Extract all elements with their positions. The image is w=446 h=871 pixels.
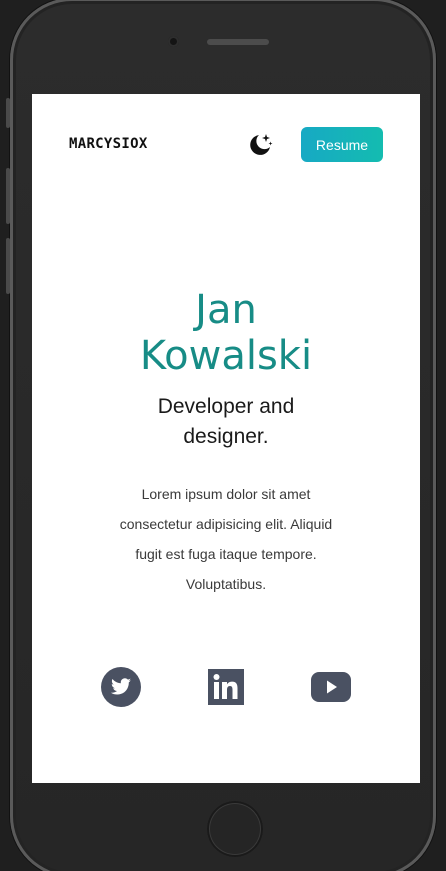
- phone-screen: MARCYSIOX Resume Jan Kowalski Developer …: [32, 94, 420, 783]
- hero-role-line: Developer and: [157, 395, 295, 418]
- mute-switch: [6, 98, 10, 128]
- hero-role: Developer and designer.: [32, 392, 420, 452]
- hero-name-first: Jan: [195, 287, 257, 333]
- hero-description: Lorem ipsum dolor sit amet consectetur a…: [107, 479, 345, 599]
- hero-role-line: designer.: [183, 425, 269, 448]
- linkedin-link[interactable]: [205, 666, 247, 708]
- home-button[interactable]: [207, 801, 263, 857]
- front-camera: [168, 36, 179, 47]
- resume-button[interactable]: Resume: [301, 127, 383, 162]
- hero-description-line: consectetur adipisicing elit. Aliquid: [119, 516, 333, 532]
- youtube-link[interactable]: [310, 666, 352, 708]
- hero-description-line: Voluptatibus.: [185, 576, 267, 592]
- earpiece-speaker: [207, 39, 269, 45]
- linkedin-icon: [208, 669, 244, 705]
- hero-description-line: Lorem ipsum dolor sit amet: [141, 486, 311, 502]
- hero-name: Jan Kowalski: [32, 287, 420, 379]
- site-logo[interactable]: MARCYSIOX: [69, 136, 148, 152]
- twitter-link[interactable]: [100, 666, 142, 708]
- youtube-icon: [311, 672, 351, 702]
- hero-name-last: Kowalski: [139, 333, 313, 379]
- volume-up-button: [6, 168, 10, 224]
- twitter-icon: [101, 667, 141, 707]
- device-stage: MARCYSIOX Resume Jan Kowalski Developer …: [0, 0, 446, 871]
- theme-toggle[interactable]: [246, 130, 274, 158]
- volume-down-button: [6, 238, 10, 294]
- hero-description-line: fugit est fuga itaque tempore.: [135, 546, 317, 562]
- moon-stars-icon: [250, 134, 273, 155]
